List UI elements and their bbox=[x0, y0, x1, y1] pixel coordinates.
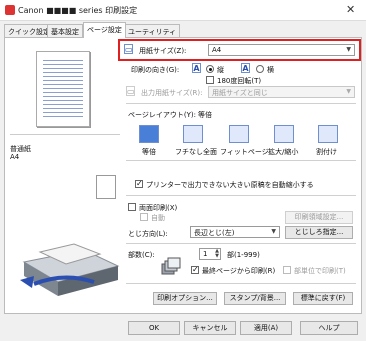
page-layout-label: ページレイアウト(Y): bbox=[128, 111, 196, 119]
restore-defaults-button[interactable]: 標準に戻す(F) bbox=[293, 292, 353, 305]
landscape-icon: A bbox=[241, 63, 250, 73]
layout-option-normal: 等倍 bbox=[142, 148, 156, 156]
divider bbox=[10, 134, 120, 135]
output-size-value: 用紙サイズと同じ bbox=[212, 89, 268, 97]
chevron-down-icon: ▼ bbox=[346, 46, 351, 53]
layout-option-scaled: 拡大/縮小 bbox=[268, 148, 299, 156]
copies-stepper[interactable]: 1 ▲ ▼ bbox=[199, 248, 221, 260]
printer-illustration-icon bbox=[20, 243, 120, 296]
layout-option-page-layout: 割付け bbox=[316, 148, 337, 156]
output-size-icon: ▭ bbox=[126, 86, 135, 96]
layout-option-fit-page: フィットページ bbox=[220, 148, 269, 156]
rotate180-label: 180度回転(T) bbox=[217, 77, 262, 85]
output-size-select[interactable]: 用紙サイズと同じ ▼ bbox=[208, 86, 355, 98]
auto-shrink-checkbox[interactable] bbox=[135, 179, 143, 188]
layout-fit-page-icon[interactable] bbox=[229, 125, 249, 143]
landscape-radio[interactable] bbox=[256, 65, 264, 73]
rotate180-checkbox[interactable] bbox=[206, 76, 214, 84]
paper-size-label: 用紙サイズ(Z): bbox=[139, 47, 187, 55]
binding-value: 長辺とじ(左) bbox=[194, 229, 235, 237]
binding-margin-button[interactable]: とじしろ指定... bbox=[285, 226, 353, 239]
help-button[interactable]: ヘルプ bbox=[300, 321, 358, 335]
binding-select[interactable]: 長辺とじ(左) ▼ bbox=[190, 226, 280, 238]
chevron-down-icon: ▼ bbox=[271, 228, 276, 235]
stepper-arrows-icon[interactable]: ▲ ▼ bbox=[215, 249, 219, 259]
divider bbox=[126, 160, 356, 161]
page-layout-current: 等倍 bbox=[198, 111, 212, 119]
ok-button[interactable]: OK bbox=[128, 321, 180, 335]
printer-app-icon bbox=[5, 5, 15, 15]
binding-label: とじ方向(L): bbox=[128, 230, 168, 238]
landscape-label: 横 bbox=[267, 66, 274, 74]
duplex-auto-label: 自動 bbox=[151, 214, 165, 222]
duplex-label: 両面印刷(X) bbox=[139, 204, 178, 212]
apply-button[interactable]: 適用(A) bbox=[240, 321, 292, 335]
last-page-first-checkbox[interactable] bbox=[191, 265, 199, 274]
print-area-setup-button[interactable]: 印刷領域設定... bbox=[285, 211, 353, 224]
layout-page-layout-icon[interactable] bbox=[318, 125, 338, 143]
tab-main[interactable]: 基本設定 bbox=[47, 24, 83, 38]
tab-maintenance[interactable]: ユーティリティ bbox=[124, 24, 181, 38]
chevron-down-icon: ▼ bbox=[346, 88, 351, 95]
divider bbox=[126, 195, 356, 196]
title-bar: Canon ■■■■ series 印刷設定 ✕ bbox=[0, 0, 366, 20]
portrait-icon: A bbox=[192, 63, 201, 73]
print-options-button[interactable]: 印刷オプション... bbox=[153, 292, 217, 305]
divider bbox=[126, 103, 356, 104]
layout-scaled-icon[interactable] bbox=[274, 125, 294, 143]
duplex-checkbox[interactable] bbox=[128, 203, 136, 211]
copies-value: 1 bbox=[203, 250, 208, 258]
cancel-button[interactable]: キャンセル bbox=[184, 321, 236, 335]
paper-icon bbox=[96, 175, 116, 199]
output-size-label: 出力用紙サイズ(R): bbox=[141, 89, 203, 97]
window-title: Canon ■■■■ series 印刷設定 bbox=[18, 6, 138, 15]
page-preview bbox=[36, 51, 90, 127]
tab-page-setup[interactable]: ページ設定 bbox=[83, 22, 126, 38]
auto-shrink-label: プリンターで出力できない大きい原稿を自動縮小する bbox=[146, 181, 314, 189]
layout-option-borderless: フチなし全面 bbox=[175, 148, 217, 156]
orientation-label: 印刷の向き(G): bbox=[131, 66, 180, 74]
collate-label: 部単位で印刷(T) bbox=[294, 267, 346, 275]
stamp-background-button[interactable]: スタンプ/背景... bbox=[224, 292, 286, 305]
duplex-auto-checkbox[interactable] bbox=[140, 213, 148, 221]
close-icon[interactable]: ✕ bbox=[346, 3, 355, 16]
layout-borderless-icon[interactable] bbox=[183, 125, 203, 143]
collate-checkbox[interactable] bbox=[283, 266, 291, 274]
paper-size-text: A4 bbox=[10, 153, 20, 161]
layout-normal-icon[interactable] bbox=[139, 125, 159, 143]
paper-size-icon: ▭ bbox=[124, 44, 133, 54]
copies-range: 部(1-999) bbox=[227, 251, 260, 259]
divider bbox=[126, 243, 356, 244]
portrait-radio[interactable] bbox=[206, 65, 214, 73]
stacked-pages-icon bbox=[161, 257, 181, 275]
divider bbox=[126, 283, 356, 284]
paper-size-select[interactable]: A4 ▼ bbox=[208, 44, 355, 56]
last-page-first-label: 最終ページから印刷(R) bbox=[202, 267, 276, 275]
paper-size-value: A4 bbox=[212, 46, 222, 54]
copies-label: 部数(C): bbox=[128, 251, 155, 259]
portrait-label: 縦 bbox=[217, 66, 224, 74]
